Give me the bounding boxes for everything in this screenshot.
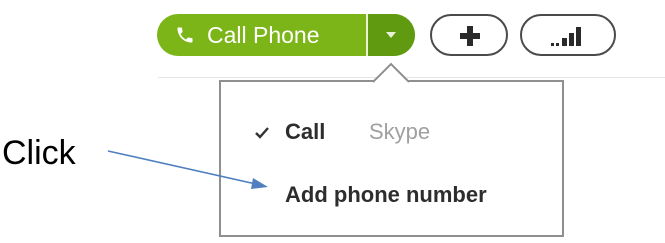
phone-icon [177, 27, 193, 43]
call-quality-button[interactable] [520, 14, 616, 56]
menu-item-call-skype[interactable]: Call Skype [221, 114, 562, 150]
menu-item-label: Call [285, 119, 326, 144]
menu-item-label: Add phone number [285, 182, 487, 207]
chevron-down-icon [386, 32, 396, 38]
add-button[interactable] [430, 14, 508, 56]
call-options-dropdown-button[interactable] [368, 14, 415, 56]
call-phone-button[interactable]: Call Phone [157, 14, 366, 56]
call-phone-split-button: Call Phone [157, 14, 415, 56]
call-options-menu: Call Skype Add phone number [219, 80, 564, 237]
call-phone-label: Call Phone [207, 22, 320, 48]
menu-item-sublabel: Skype [369, 119, 431, 144]
plus-icon [460, 26, 480, 46]
signal-bars-icon [551, 27, 581, 46]
checkmark-icon [255, 127, 269, 139]
header-divider [158, 77, 665, 78]
skype-call-panel: Call Phone Call Skype Add phone number C… [0, 0, 665, 243]
annotation-label: Click [2, 134, 76, 172]
menu-item-add-phone-number[interactable]: Add phone number [221, 177, 562, 213]
